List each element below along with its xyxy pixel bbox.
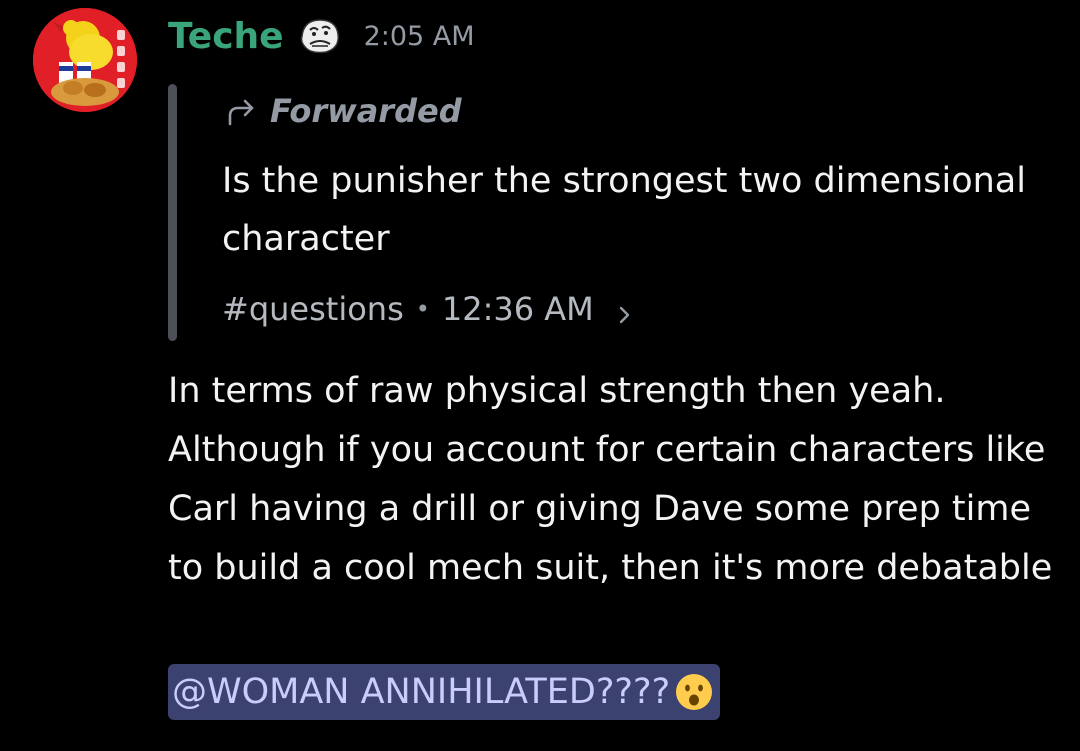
- user-mention[interactable]: @WOMAN ANNIHILATED????: [168, 664, 721, 720]
- user-avatar[interactable]: [33, 8, 137, 112]
- forwarded-label-text: Forwarded: [270, 92, 462, 130]
- forwarded-source[interactable]: #questions • 12:36 AM: [222, 290, 634, 328]
- forwarded-message[interactable]: Forwarded Is the punisher the strongest …: [168, 84, 1058, 341]
- source-channel-link[interactable]: #questions: [222, 290, 404, 328]
- source-timestamp: 12:36 AM: [441, 290, 594, 328]
- message-body: In terms of raw physical strength then y…: [168, 371, 1053, 588]
- forwarded-label: Forwarded: [224, 92, 462, 130]
- forward-quote-bar: [168, 84, 177, 341]
- message-timestamp[interactable]: 2:05 AM: [364, 21, 475, 52]
- forwarded-text: Is the punisher the strongest two dimens…: [222, 161, 1026, 259]
- message-header: Teche 2:05 AM: [168, 10, 475, 62]
- mention-text[interactable]: @WOMAN ANNIHILATED????: [172, 672, 670, 712]
- username[interactable]: Teche: [168, 16, 284, 57]
- chevron-right-icon[interactable]: [616, 297, 634, 324]
- forward-arrow-icon: [224, 94, 258, 128]
- meta-separator: •: [415, 295, 430, 323]
- kfc-chicken-avatar-icon: [33, 8, 137, 112]
- meme-face-icon[interactable]: [298, 16, 342, 56]
- frowning-open-mouth-emoji-icon: [674, 672, 714, 712]
